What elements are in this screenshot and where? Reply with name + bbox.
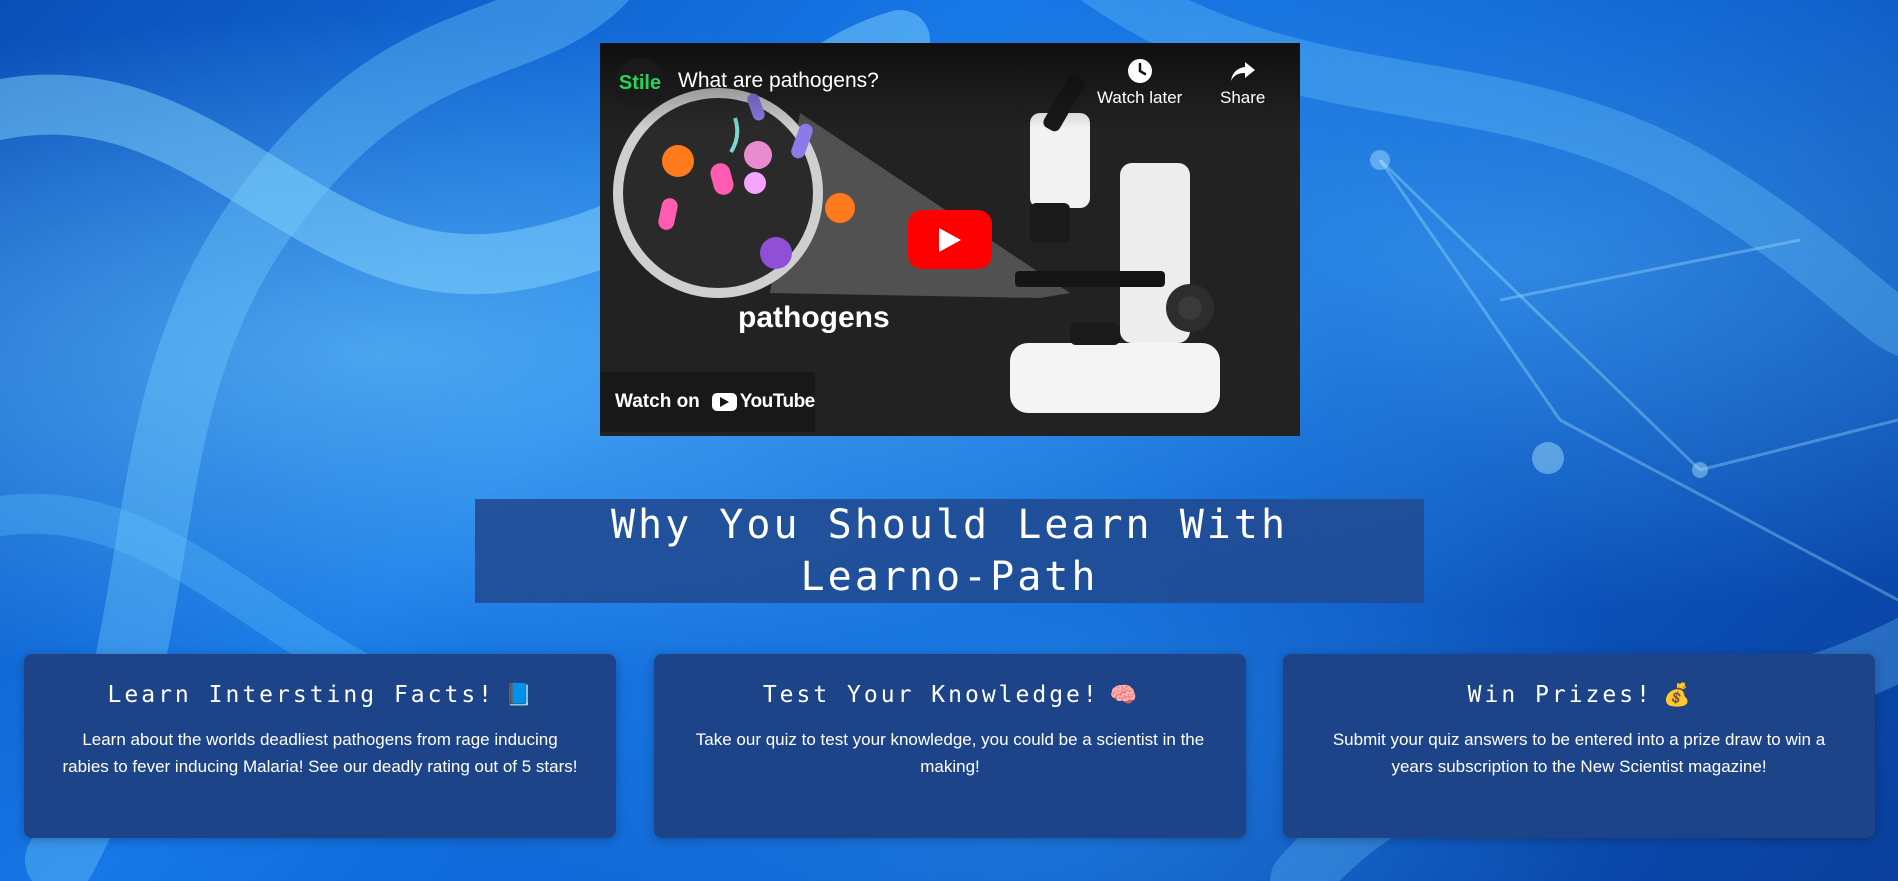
feature-card-prizes: Win Prizes! 💰 Submit your quiz answers t… <box>1283 654 1875 838</box>
channel-logo[interactable]: Stile <box>615 58 665 108</box>
watch-later-button[interactable]: Watch later <box>1097 57 1182 108</box>
feature-card-title: Win Prizes! 💰 <box>1283 678 1875 712</box>
watch-on-label: Watch on <box>615 391 700 412</box>
share-button[interactable]: Share <box>1220 57 1265 108</box>
feature-card-title: Learn Intersting Facts! 📘 <box>24 678 616 712</box>
youtube-wordmark: YouTube <box>739 391 815 412</box>
play-icon <box>939 227 961 252</box>
feature-title-text: Test Your Knowledge! <box>762 682 1100 708</box>
feature-card-text: Take our quiz to test your knowledge, yo… <box>695 730 1205 776</box>
why-learn-heading: Why You Should Learn With Learno-Path <box>610 502 1289 600</box>
youtube-logo: YouTube <box>711 391 815 413</box>
book-icon: 📘 <box>505 682 533 708</box>
play-button[interactable] <box>908 210 992 269</box>
youtube-play-logo-icon <box>711 393 737 411</box>
clock-icon <box>1127 59 1152 83</box>
video-title[interactable]: What are pathogens? <box>678 69 879 93</box>
share-label: Share <box>1220 88 1266 107</box>
feature-title-text: Learn Intersting Facts! <box>107 682 496 708</box>
feature-card-text: Submit your quiz answers to be entered i… <box>1332 730 1826 776</box>
youtube-video-embed[interactable]: Stile What are pathogens? Watch later Sh… <box>600 43 1300 436</box>
watch-on-youtube-link[interactable]: Watch on YouTube <box>600 372 815 432</box>
money-bag-icon: 💰 <box>1662 682 1691 708</box>
thumbnail-caption: pathogens <box>738 301 890 334</box>
why-learn-heading-box: Why You Should Learn With Learno-Path <box>475 499 1424 603</box>
feature-title-text: Win Prizes! <box>1467 682 1653 708</box>
feature-card-title: Test Your Knowledge! 🧠 <box>654 678 1246 712</box>
share-arrow-icon <box>1230 62 1255 81</box>
feature-card-facts: Learn Intersting Facts! 📘 Learn about th… <box>24 654 616 838</box>
feature-card-text: Learn about the worlds deadliest pathoge… <box>62 730 578 776</box>
brain-icon: 🧠 <box>1109 682 1138 708</box>
feature-card-quiz: Test Your Knowledge! 🧠 Take our quiz to … <box>654 654 1246 838</box>
watch-later-label: Watch later <box>1097 88 1183 107</box>
